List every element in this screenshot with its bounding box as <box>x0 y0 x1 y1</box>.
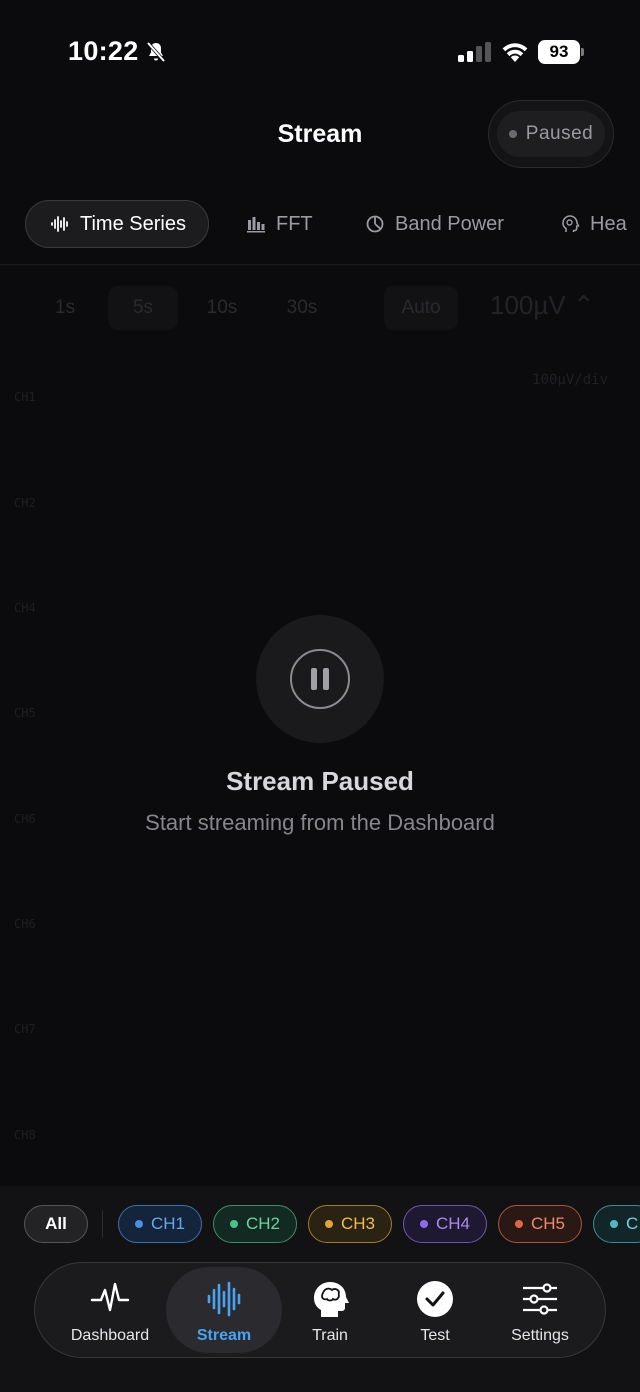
chip-label: CH1 <box>151 1214 186 1233</box>
tab-fft[interactable]: FFT <box>246 200 313 248</box>
bottom-nav: Dashboard Stream Train Test Settings <box>34 1262 606 1358</box>
nav-label: Dashboard <box>70 1327 150 1344</box>
header-divider <box>0 264 640 265</box>
paused-title: Stream Paused <box>226 766 414 796</box>
window-10s-button[interactable]: 10s <box>186 286 258 330</box>
channel-label: CH8 <box>14 1128 36 1142</box>
channel-color-dot <box>325 1220 333 1228</box>
chip-ch1[interactable]: CH1 <box>118 1205 203 1243</box>
status-label: Paused <box>525 123 594 144</box>
waveform-icon <box>51 216 68 232</box>
channel-label: CH2 <box>14 496 36 510</box>
pause-indicator <box>256 615 384 743</box>
channel-label: CH5 <box>14 706 36 720</box>
time-window-controls: 1s 5s 10s 30s Auto 100µV ⌃ <box>0 280 640 334</box>
channel-color-dot <box>135 1220 143 1228</box>
nav-test[interactable]: Test <box>385 1267 485 1353</box>
nav-label: Test <box>420 1327 450 1344</box>
channel-filter-bar: All CH1 CH2 CH3 CH4 CH5 C <box>0 1186 640 1262</box>
tab-head[interactable]: Hea <box>560 200 627 248</box>
channel-color-dot <box>420 1220 428 1228</box>
nav-train[interactable]: Train <box>280 1267 380 1353</box>
window-30s-button[interactable]: 30s <box>264 286 340 330</box>
chip-label: CH3 <box>341 1214 376 1233</box>
checkmark-circle-icon <box>417 1281 453 1317</box>
tab-band-power[interactable]: Band Power <box>365 200 504 248</box>
nav-settings[interactable]: Settings <box>490 1267 590 1353</box>
nav-label: Settings <box>511 1327 569 1344</box>
view-tabs: Time Series FFT Band Power Hea <box>0 200 640 250</box>
window-5s-button[interactable]: 5s <box>108 286 178 330</box>
tab-label: Time Series <box>80 212 186 235</box>
channel-label: CH4 <box>14 601 36 615</box>
battery-nub <box>581 48 584 56</box>
channel-color-dot <box>610 1220 618 1228</box>
battery-indicator: 93 <box>538 40 584 64</box>
tab-label: Band Power <box>395 212 504 235</box>
sliders-icon <box>523 1283 557 1315</box>
cellular-signal-icon <box>458 42 491 62</box>
chip-separator <box>102 1210 103 1238</box>
chip-label: CH5 <box>531 1214 566 1233</box>
nav-stream[interactable]: Stream <box>166 1267 282 1353</box>
chip-ch2[interactable]: CH2 <box>213 1205 298 1243</box>
channel-color-dot <box>515 1220 523 1228</box>
bell-slash-icon <box>146 41 166 63</box>
pulse-icon <box>90 1282 130 1312</box>
stream-status-pill[interactable]: Paused <box>488 100 614 168</box>
chip-ch4[interactable]: CH4 <box>403 1205 488 1243</box>
chip-all[interactable]: All <box>24 1205 88 1243</box>
nav-dashboard[interactable]: Dashboard <box>55 1267 165 1353</box>
wifi-icon <box>502 43 528 62</box>
chip-ch3[interactable]: CH3 <box>308 1205 393 1243</box>
tab-label: FFT <box>276 212 313 235</box>
channel-label: CH7 <box>14 1022 36 1036</box>
chip-label: CH4 <box>436 1214 471 1233</box>
bottom-nav-area: Dashboard Stream Train Test Settings <box>0 1262 640 1392</box>
bar-chart-icon <box>247 217 265 233</box>
tab-label: Hea <box>590 212 627 235</box>
channel-label: CH1 <box>14 390 36 404</box>
chip-ch5[interactable]: CH5 <box>498 1205 583 1243</box>
channel-label: CH6 <box>14 917 36 931</box>
pause-bar-left <box>311 668 317 690</box>
nav-label: Stream <box>196 1327 252 1344</box>
auto-scale-button[interactable]: Auto <box>384 286 458 330</box>
waveform-icon <box>207 1281 241 1317</box>
brain-head-icon <box>314 1282 349 1317</box>
status-bar: 10:22 93 <box>0 0 640 100</box>
clock: 10:22 <box>68 36 139 66</box>
scale-selector[interactable]: 100µV ⌃ <box>490 290 595 321</box>
pause-bar-right <box>323 668 329 690</box>
paused-subtitle: Start streaming from the Dashboard <box>145 810 495 835</box>
scale-per-division: 100µV/div <box>532 372 608 388</box>
chip-label: CH2 <box>246 1214 281 1233</box>
status-dot <box>508 130 517 138</box>
channel-color-dot <box>230 1220 238 1228</box>
stream-status-badge: Paused <box>497 111 605 157</box>
battery-level: 93 <box>538 40 580 64</box>
head-icon <box>562 215 580 232</box>
tab-time-series[interactable]: Time Series <box>25 200 209 248</box>
pause-icon <box>290 649 350 709</box>
pie-chart-icon <box>366 215 384 233</box>
nav-label: Train <box>312 1327 348 1344</box>
chip-label: C <box>626 1214 639 1233</box>
chip-ch6[interactable]: C <box>593 1205 640 1243</box>
header: Stream Paused <box>0 100 640 170</box>
window-1s-button[interactable]: 1s <box>30 286 100 330</box>
